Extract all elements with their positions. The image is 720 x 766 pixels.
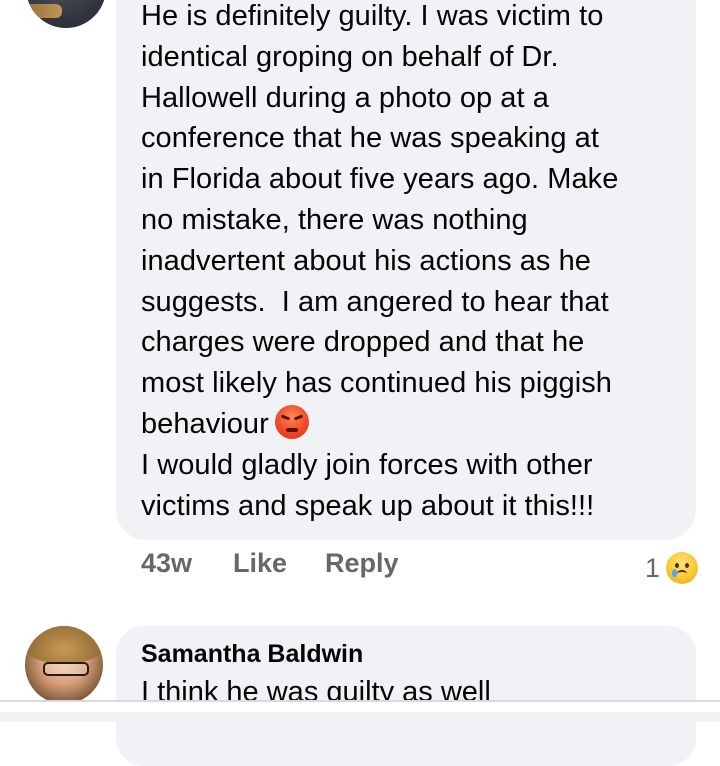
reaction-summary[interactable]: 1	[645, 548, 698, 588]
comment-author-name[interactable]: Samantha Baldwin	[141, 640, 363, 669]
reply-button[interactable]: Reply	[325, 548, 399, 579]
comment-composer-bar	[0, 700, 720, 722]
angry-face-icon	[274, 404, 309, 439]
composer-input-edge[interactable]	[0, 712, 720, 722]
avatar-glasses	[43, 662, 89, 676]
comment-body: He is definitely guilty. I was victim to…	[141, 0, 686, 526]
avatar-hair	[25, 626, 103, 664]
like-button[interactable]: Like	[233, 548, 287, 579]
timestamp-link[interactable]: 43w	[141, 548, 192, 579]
comment-text-part-2: I would gladly join forces with other vi…	[141, 448, 595, 522]
samantha-avatar[interactable]	[25, 626, 103, 704]
sad-tear-face-icon	[666, 552, 698, 584]
commenter-avatar-top[interactable]	[26, 0, 106, 28]
reaction-count: 1	[644, 552, 660, 583]
comment-text-part-1: He is definitely guilty. I was victim to…	[141, 0, 619, 440]
avatar-detail	[26, 4, 62, 18]
